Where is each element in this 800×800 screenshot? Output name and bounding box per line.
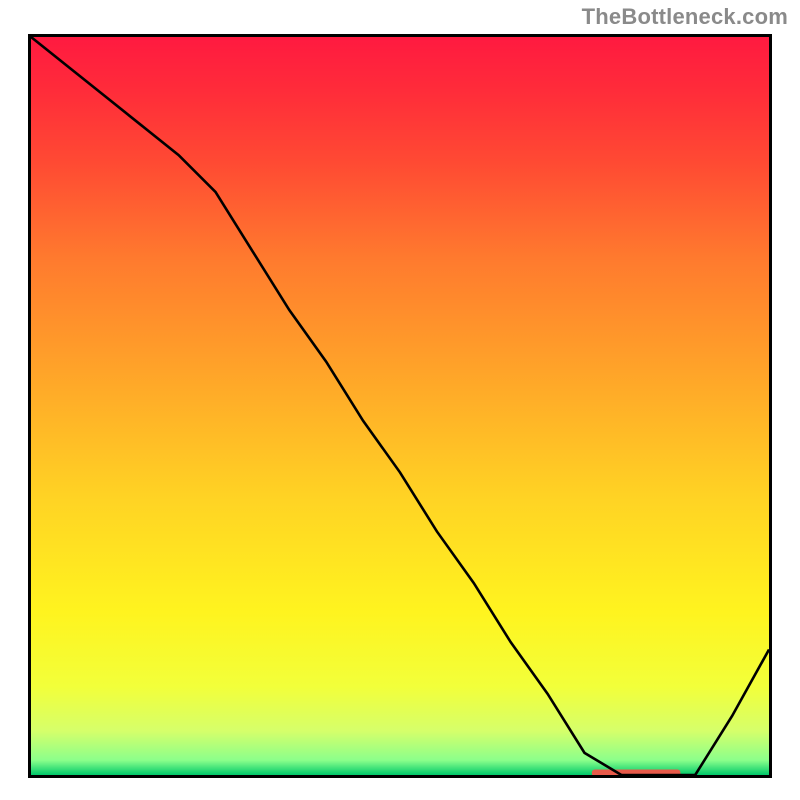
attribution-label: TheBottleneck.com xyxy=(582,4,788,30)
plot-area xyxy=(28,34,772,778)
chart-container: TheBottleneck.com xyxy=(0,0,800,800)
line-chart xyxy=(28,34,772,778)
gradient-background xyxy=(31,37,769,775)
